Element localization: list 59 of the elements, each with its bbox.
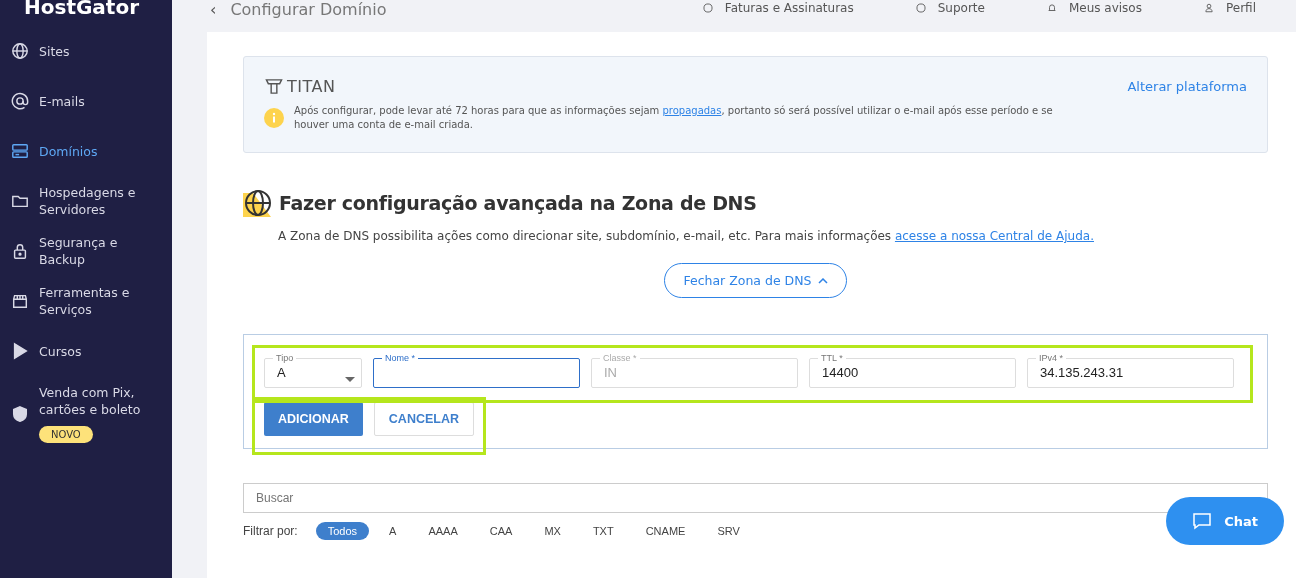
sidebar-item[interactable]: Domínios <box>0 126 172 176</box>
nav-label: Segurança e Backup <box>39 234 119 268</box>
header-link[interactable]: Suporte <box>913 0 985 16</box>
info-icon <box>264 108 284 128</box>
shield-icon <box>11 404 29 423</box>
globe-icon <box>243 189 273 217</box>
store-icon <box>11 292 29 310</box>
play-icon <box>11 342 29 360</box>
nav-label: Venda com Pix, cartões e boleto <box>39 384 142 418</box>
search-field[interactable]: Buscar <box>243 483 1268 513</box>
server-icon <box>11 142 29 160</box>
filter-chip[interactable]: A <box>377 522 409 540</box>
caret-icon <box>345 377 355 382</box>
filter-chip[interactable]: TXT <box>580 522 626 540</box>
filter-chip[interactable]: CAA <box>477 522 525 540</box>
section-description: A Zona de DNS possibilita ações como direcionar site, subdomínio, e-mail, etc. Para mais informações acesse a nossa Central de Ajuda. <box>278 229 1095 243</box>
nav-label: Cursos <box>39 342 82 360</box>
filter-chip[interactable]: Todos <box>315 522 370 540</box>
sidebar-item[interactable]: Ferramentas e Serviços <box>0 276 172 326</box>
sidebar-item[interactable]: Venda com Pix, cartões e boleto NOVO <box>0 376 172 451</box>
header-link[interactable]: Faturas e Assinaturas <box>700 0 854 16</box>
notice-text: Após configurar, pode levar até 72 horas para que as informações sejam propagadas, portanto só será possível utilizar o e-mail após esse período e se houver uma conta de e-mail criada. <box>294 104 1054 132</box>
sidebar-item[interactable]: Sites <box>0 26 172 76</box>
input-field[interactable]: IPv4 * 34.135.243.31 <box>1027 353 1234 388</box>
globe-icon <box>11 42 29 60</box>
page-title: Configurar Domínio <box>230 0 387 20</box>
filter-chip[interactable]: CNAME <box>633 522 698 540</box>
chevron-up-icon <box>817 277 828 284</box>
back-button[interactable]: ‹ <box>210 0 217 20</box>
filter-chip[interactable]: MX <box>532 522 573 540</box>
add-button[interactable]: ADICIONAR <box>264 402 363 436</box>
sidebar-item[interactable]: E-mails <box>0 76 172 126</box>
nav-label: Ferramentas e Serviços <box>39 284 131 318</box>
help-center-link[interactable]: acesse a nossa Central de Ajuda. <box>894 229 1094 243</box>
nav-label: Hospedagens e Servidores <box>39 184 137 218</box>
titan-logo-icon <box>264 78 284 95</box>
chat-bubble-icon <box>1192 512 1213 530</box>
new-badge: NOVO <box>39 426 93 443</box>
at-icon <box>11 92 29 110</box>
header-link[interactable]: Perfil <box>1201 0 1256 16</box>
filter-chip[interactable]: SRV <box>705 522 752 540</box>
nav-label: Domínios <box>39 142 98 160</box>
filter-label: Filtrar por: <box>243 524 298 538</box>
sidebar-item[interactable]: Cursos <box>0 326 172 376</box>
provider-name: TITAN <box>287 77 336 96</box>
type-select[interactable]: Tipo A <box>264 353 362 388</box>
sidebar-item[interactable]: Segurança e Backup <box>0 226 172 276</box>
input-field[interactable]: TTL * 14400 <box>809 353 1016 388</box>
close-dns-zone-button[interactable]: Fechar Zona de DNS <box>664 263 847 298</box>
section-title: Fazer configuração avançada na Zona de DNS <box>279 192 757 214</box>
nav-label: Sites <box>39 42 70 60</box>
change-platform-link[interactable]: Alterar plataforma <box>1127 79 1247 94</box>
sidebar-item[interactable]: Hospedagens e Servidores <box>0 176 172 226</box>
cancel-button[interactable]: CANCELAR <box>373 402 474 436</box>
input-field[interactable]: Nome * <box>373 353 580 388</box>
nav-label: E-mails <box>39 92 85 110</box>
filter-chip[interactable]: AAAA <box>416 522 470 540</box>
header-link[interactable]: Meus avisos <box>1044 0 1142 16</box>
lock-icon <box>11 242 29 260</box>
